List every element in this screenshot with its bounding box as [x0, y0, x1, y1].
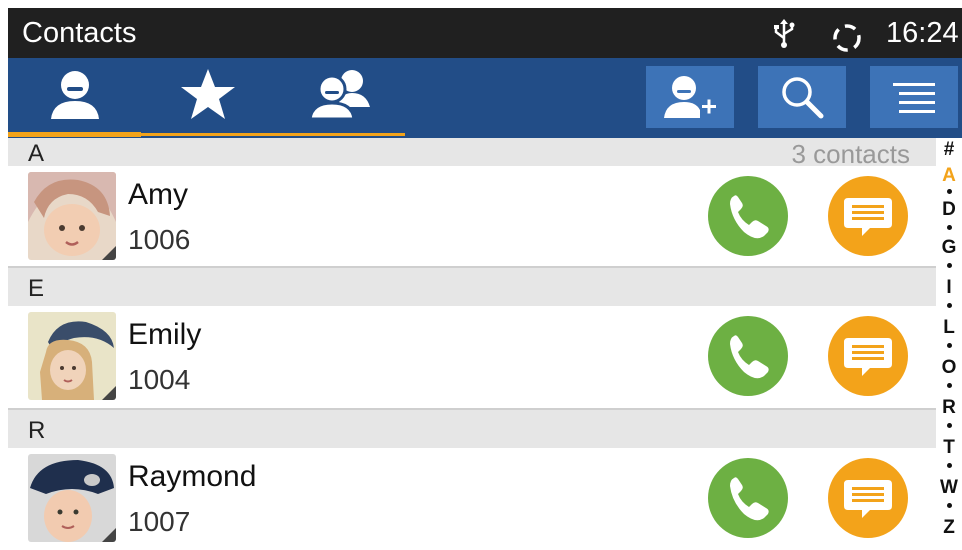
index-letter-a[interactable]: A [936, 166, 962, 186]
message-button[interactable] [828, 458, 908, 538]
add-contact-button[interactable] [646, 66, 734, 128]
contact-name: Amy [128, 178, 188, 211]
section-header-r: R [8, 410, 938, 448]
star-icon [180, 69, 235, 119]
contact-number: 1004 [128, 364, 191, 395]
index-dot [947, 303, 952, 308]
tab-groups[interactable] [274, 58, 407, 130]
avatar [28, 172, 116, 260]
section-header-a: A 3 contacts [8, 138, 938, 169]
message-icon [844, 480, 892, 518]
menu-button[interactable] [870, 66, 958, 128]
tab-bar [8, 58, 962, 138]
add-contact-icon [664, 76, 716, 118]
index-dot [947, 383, 952, 388]
phone-icon [730, 477, 769, 521]
search-button[interactable] [758, 66, 846, 128]
tab-underline [141, 133, 405, 136]
alphabet-index[interactable]: # A D G I L O R T W Z [936, 138, 962, 550]
index-letter-w[interactable]: W [936, 478, 962, 498]
index-letter-i[interactable]: I [936, 278, 962, 298]
message-button[interactable] [828, 316, 908, 396]
index-letter-l[interactable]: L [936, 318, 962, 338]
tab-favorites[interactable] [141, 58, 274, 130]
index-dot [947, 423, 952, 428]
status-time: 16:24 [886, 17, 959, 49]
section-letter: E [28, 275, 45, 302]
avatar [28, 454, 116, 542]
phone-icon [730, 195, 769, 239]
index-dot [947, 189, 952, 194]
index-letter-g[interactable]: G [936, 238, 962, 258]
index-letter-d[interactable]: D [936, 200, 962, 220]
status-title: Contacts [22, 17, 137, 49]
phone-icon [730, 335, 769, 379]
message-button[interactable] [828, 176, 908, 256]
message-icon [844, 338, 892, 376]
section-letter: R [28, 417, 46, 444]
index-dot [947, 343, 952, 348]
status-bar: Contacts 16:24 [8, 8, 962, 58]
index-letter-hash[interactable]: # [936, 140, 962, 160]
index-letter-z[interactable]: Z [936, 518, 962, 538]
contact-number: 1007 [128, 506, 191, 537]
section-header-e: E [8, 268, 938, 306]
index-letter-o[interactable]: O [936, 358, 962, 378]
index-dot [947, 503, 952, 508]
contact-name: Emily [128, 318, 202, 351]
contact-number: 1006 [128, 224, 191, 255]
group-icon [307, 70, 370, 121]
person-icon [50, 71, 99, 119]
call-button[interactable] [708, 458, 788, 538]
contact-row-raymond[interactable]: Raymond 1007 [8, 448, 938, 550]
message-icon [844, 198, 892, 236]
index-dot [947, 225, 952, 230]
call-button[interactable] [708, 176, 788, 256]
tab-contacts[interactable] [8, 58, 141, 130]
contact-row-amy[interactable]: Amy 1006 [8, 166, 938, 270]
contact-row-emily[interactable]: Emily 1004 [8, 306, 938, 410]
call-button[interactable] [708, 316, 788, 396]
index-dot [947, 263, 952, 268]
index-dot [947, 463, 952, 468]
usb-icon [774, 19, 795, 48]
avatar [28, 312, 116, 400]
index-letter-r[interactable]: R [936, 398, 962, 418]
section-letter: A [28, 140, 45, 167]
selected-tab-indicator [8, 132, 141, 137]
contact-name: Raymond [128, 460, 257, 493]
search-icon [782, 77, 824, 119]
sync-icon [833, 24, 861, 52]
menu-icon [893, 83, 935, 113]
index-letter-t[interactable]: T [936, 438, 962, 458]
